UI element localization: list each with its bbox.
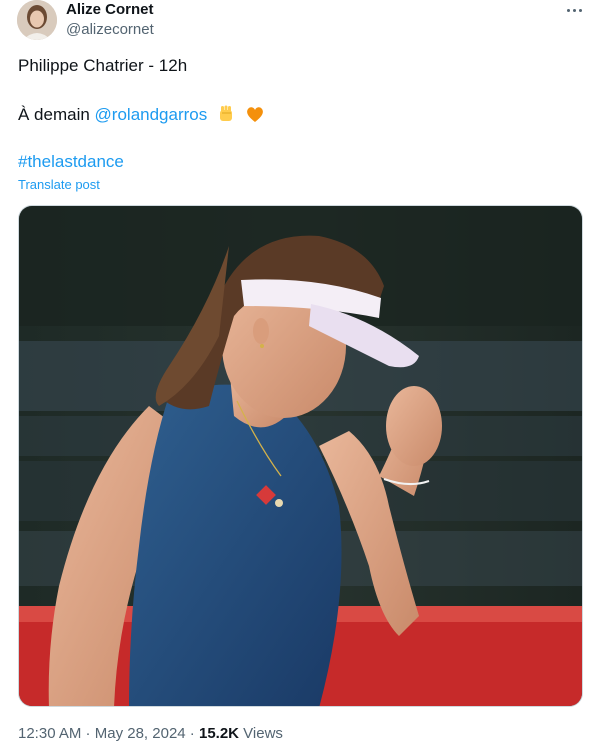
meta-separator: · [185,725,199,742]
hashtag-link[interactable]: #thelastdance [18,152,124,171]
tweet-text-line-3: #thelastdance [18,152,124,172]
views-count: 15.2K [198,725,240,742]
tweet-date[interactable]: May 28, 2024 [95,725,186,742]
author-name[interactable]: Alize Cornet [66,1,154,18]
tweet-text-prefix: À demain [18,105,95,124]
tweet-text-line-1: Philippe Chatrier - 12h [18,56,188,75]
more-options-icon[interactable] [562,1,586,19]
tennis-player-photo [19,206,582,706]
meta-separator: · [81,725,95,742]
orange-heart-icon [246,107,263,122]
views-label: Views [239,725,283,742]
raised-fist-icon [219,105,232,121]
avatar-image [17,0,57,40]
translate-post-link[interactable]: Translate post [18,177,100,192]
tweet-metadata: 12:30 AM · May 28, 2024 · 15.2K Views [18,725,283,742]
author-avatar[interactable] [17,0,57,40]
mention-link[interactable]: @rolandgarros [95,105,208,124]
tweet-time[interactable]: 12:30 AM [18,725,81,742]
tweet-text-line-2: À demain @rolandgarros [18,104,265,125]
tweet-photo[interactable] [18,205,583,707]
author-handle[interactable]: @alizecornet [66,21,154,38]
